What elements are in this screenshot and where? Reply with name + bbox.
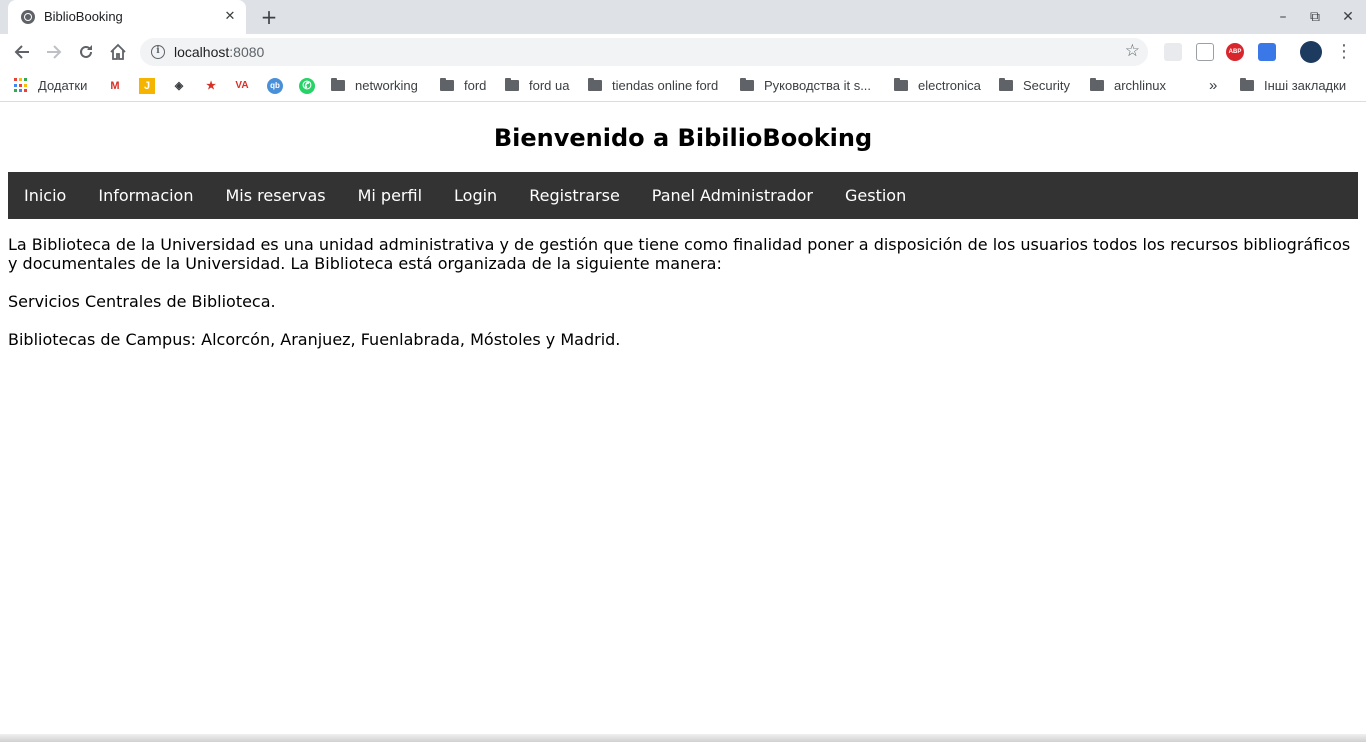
info-icon[interactable]: i <box>151 45 165 59</box>
services-paragraph: Servicios Centrales de Biblioteca. <box>8 292 276 311</box>
nav-link-registrarse[interactable]: Registrarse <box>513 172 636 219</box>
forward-arrow-icon <box>47 45 62 59</box>
page-content: La Biblioteca de la Universidad es una u… <box>8 235 1358 368</box>
home-icon <box>110 43 126 60</box>
bookmark-folder[interactable]: Руководства it s... <box>740 77 871 95</box>
nav-link-mi-perfil[interactable]: Mi perfil <box>342 172 438 219</box>
whatsapp-icon[interactable]: ✆ <box>299 78 315 94</box>
j-bookmark-icon[interactable]: J <box>139 78 155 94</box>
nav-link-informacion[interactable]: Informacion <box>82 172 209 219</box>
url-text: localhost:8080 <box>174 44 265 60</box>
va-icon[interactable]: VA <box>234 78 250 94</box>
blue-ext-icon[interactable] <box>1258 43 1276 61</box>
apps-grid-icon[interactable] <box>14 78 29 93</box>
folder-icon <box>331 78 345 91</box>
window-bottom-edge <box>0 734 1366 742</box>
campus-paragraph: Bibliotecas de Campus: Alcorcón, Aranjue… <box>8 330 621 349</box>
home-button[interactable] <box>105 39 131 65</box>
bookmark-folder[interactable]: electronica <box>894 77 981 95</box>
page-title: Bienvenido a BibilioBooking <box>493 124 873 152</box>
gmail-icon[interactable]: M <box>107 78 123 94</box>
bookmark-apps[interactable]: Додатки <box>38 77 87 95</box>
other-bookmarks-folder[interactable]: Інші закладки <box>1240 77 1346 95</box>
calendar-ext-icon[interactable] <box>1196 43 1214 61</box>
forward-button[interactable] <box>41 39 67 65</box>
bookmark-folder[interactable]: archlinux <box>1090 77 1166 95</box>
adblock-plus-icon[interactable]: ABP <box>1226 43 1244 61</box>
nav-link-gestion[interactable]: Gestion <box>829 172 922 219</box>
reload-icon <box>80 45 92 58</box>
folder-icon <box>894 78 908 91</box>
star-emblem-icon[interactable]: ★ <box>203 78 219 94</box>
bookmarks-bar: Додатки M J ◈ ★ VA qb ✆ networking ford … <box>0 70 1366 102</box>
nav-link-mis-reservas[interactable]: Mis reservas <box>209 172 341 219</box>
bookmark-folder[interactable]: networking <box>331 77 418 95</box>
tab-strip: BiblioBooking ✕ + – ⧉ ✕ <box>0 0 1366 34</box>
nav-link-panel-administrador[interactable]: Panel Administrador <box>636 172 829 219</box>
folder-icon <box>1240 78 1254 91</box>
bookmark-folder[interactable]: ford <box>440 77 486 95</box>
maximize-button[interactable]: ⧉ <box>1305 7 1325 27</box>
folder-icon <box>505 78 519 91</box>
globe-icon <box>21 10 35 24</box>
nav-link-inicio[interactable]: Inicio <box>8 172 82 219</box>
qbittorrent-icon[interactable]: qb <box>267 78 283 94</box>
tab-bibliobooking[interactable]: BiblioBooking ✕ <box>8 0 246 34</box>
site-navbar: Inicio Informacion Mis reservas Mi perfi… <box>8 172 1358 219</box>
bookmark-folder[interactable]: Security <box>999 77 1070 95</box>
back-button[interactable] <box>9 39 35 65</box>
back-arrow-icon <box>14 45 29 59</box>
avatar[interactable] <box>1300 41 1322 63</box>
close-window-button[interactable]: ✕ <box>1338 7 1358 27</box>
extension-puzzle-icon[interactable] <box>1164 43 1182 61</box>
minimize-button[interactable]: – <box>1273 7 1293 27</box>
folder-icon <box>740 78 754 91</box>
bookmark-folder[interactable]: tiendas online ford <box>588 77 718 95</box>
folder-icon <box>1090 78 1104 91</box>
folder-icon <box>588 78 602 91</box>
bookmark-star-icon[interactable]: ☆ <box>1125 41 1140 61</box>
close-tab-icon[interactable]: ✕ <box>222 9 238 25</box>
web-page: Bienvenido a BibilioBooking Inicio Infor… <box>0 103 1366 734</box>
wolf-icon[interactable]: ◈ <box>171 78 187 94</box>
folder-icon <box>440 78 454 91</box>
address-bar[interactable]: i localhost:8080 ☆ <box>140 38 1148 66</box>
bookmarks-overflow-button[interactable]: » <box>1209 77 1217 95</box>
browser-toolbar: i localhost:8080 ☆ ABP ⋮ <box>0 34 1366 70</box>
kebab-menu-icon[interactable]: ⋮ <box>1335 39 1353 65</box>
reload-button[interactable] <box>73 39 99 65</box>
tab-title: BiblioBooking <box>44 9 123 24</box>
intro-paragraph: La Biblioteca de la Universidad es una u… <box>8 235 1351 273</box>
nav-link-login[interactable]: Login <box>438 172 513 219</box>
bookmark-folder[interactable]: ford ua <box>505 77 569 95</box>
new-tab-button[interactable]: + <box>258 6 280 28</box>
folder-icon <box>999 78 1013 91</box>
